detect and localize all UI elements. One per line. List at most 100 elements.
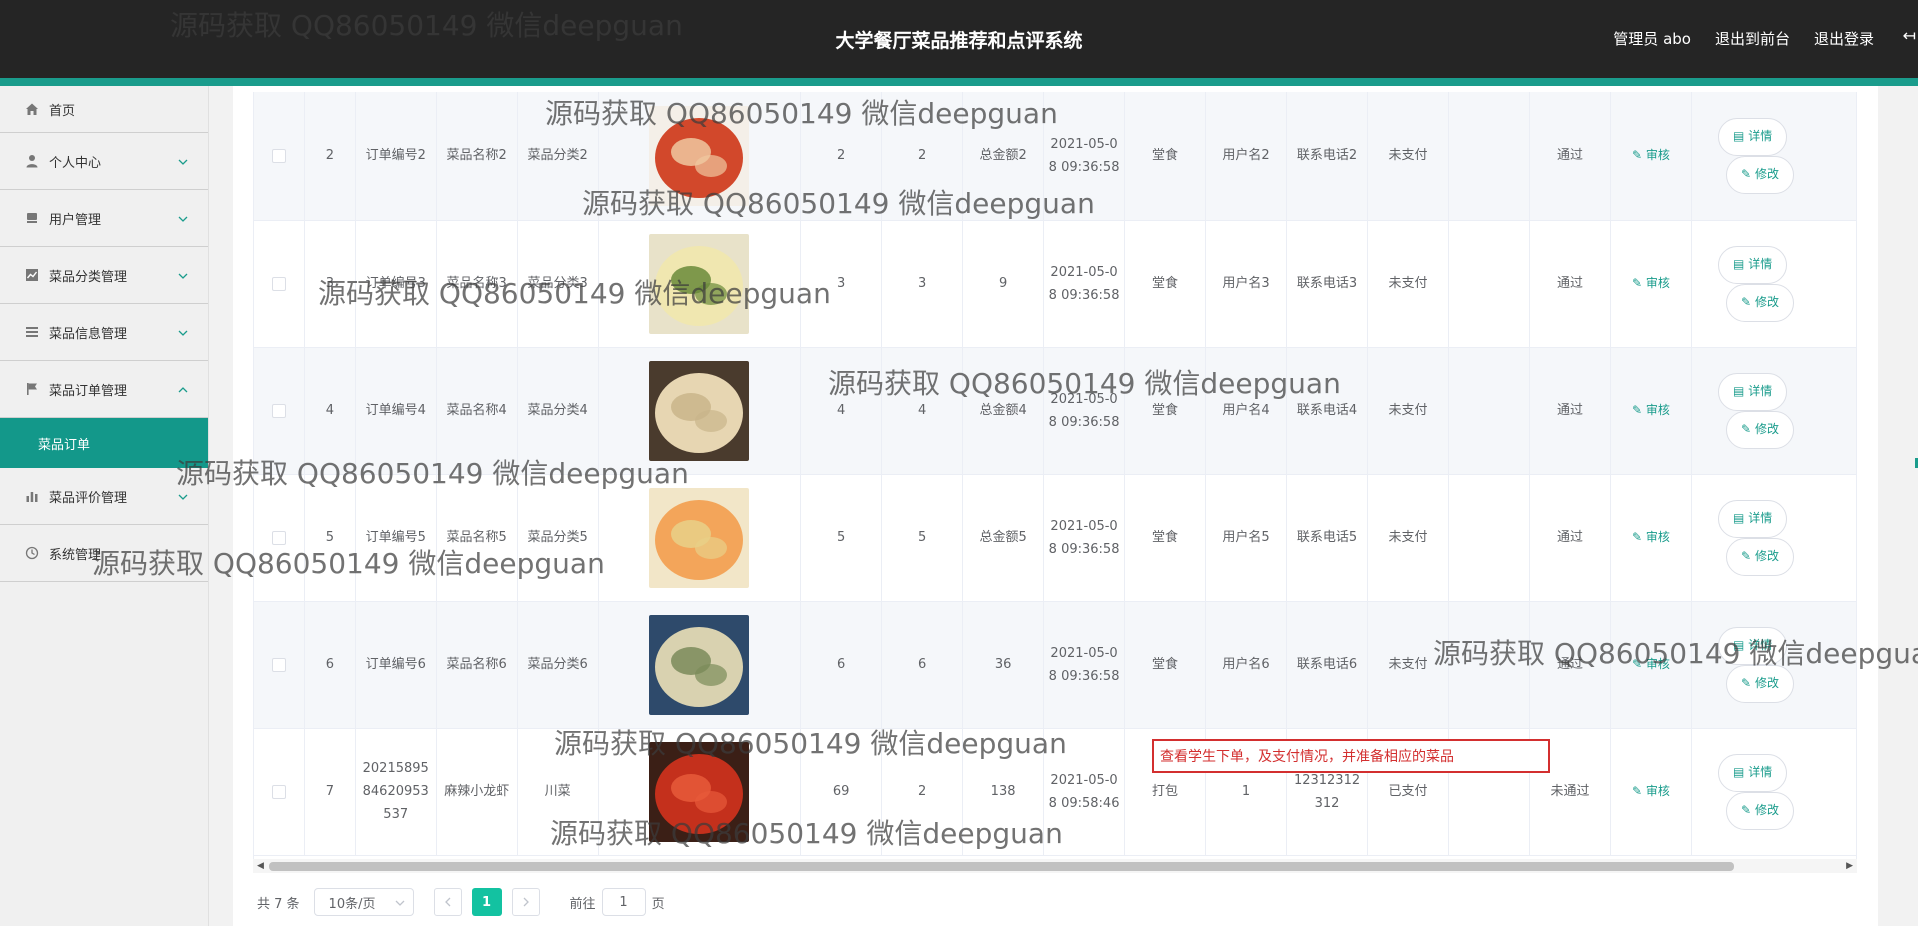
sidebar-item-dish-reviews[interactable]: 菜品评价管理: [0, 468, 208, 525]
sidebar-item-label: 用户管理: [49, 212, 102, 228]
audit-button[interactable]: ✎ 审核: [1632, 530, 1670, 544]
cell-time: 2021-05-08 09:36:58: [1043, 220, 1126, 348]
cell-dine-type: 堂食: [1124, 92, 1207, 221]
row-checkbox[interactable]: [272, 403, 287, 418]
orders-table: 2 订单编号2 菜品名称2 菜品分类2 2 2 总金额2 2021-05-08 09:36:5…: [253, 92, 1857, 865]
cell-order-no-text: 订单编号6: [365, 657, 426, 672]
scroll-left-arrow-icon[interactable]: ◀: [257, 859, 264, 873]
document-icon: ▤: [1732, 384, 1745, 398]
sidebar-item-users[interactable]: 用户管理: [0, 190, 208, 247]
sidebar-item-system[interactable]: 系统管理: [0, 525, 208, 582]
row-checkbox[interactable]: [272, 657, 287, 672]
cell-dine-type-text: 堂食: [1152, 530, 1179, 545]
sidebar-item-profile[interactable]: 个人中心: [0, 133, 208, 190]
cell-username-text: 用户名6: [1222, 657, 1270, 672]
cell-time: 2021-05-08 09:36:58: [1043, 92, 1126, 221]
prev-page-button[interactable]: [433, 888, 462, 916]
logout-link[interactable]: 退出登录: [1814, 28, 1874, 49]
horizontal-scrollbar[interactable]: ◀ ▶: [253, 859, 1857, 873]
sidebar-item-dish-info[interactable]: 菜品信息管理: [0, 304, 208, 361]
edit-button[interactable]: ✎ 修改: [1725, 283, 1795, 322]
cell-pay-status-text: 未支付: [1388, 403, 1428, 418]
row-checkbox[interactable]: [272, 784, 287, 799]
table-row: 6 订单编号6 菜品名称6 菜品分类6 6 6 36 2021-05-08 09:36:58 堂…: [254, 601, 1856, 729]
edit-button[interactable]: ✎ 修改: [1725, 664, 1795, 703]
cell-username-text: 1: [1241, 784, 1251, 799]
sidebar-item-dish-category[interactable]: 菜品分类管理: [0, 247, 208, 304]
audit-button-label: 审核: [1645, 530, 1670, 544]
to-front-link[interactable]: 退出到前台: [1715, 28, 1790, 49]
cell-order-no: 订单编号4: [355, 347, 437, 475]
table-row: 3 订单编号3 菜品名称3 菜品分类3 3 3 9 2021-05-08 09:36:58 堂食…: [254, 220, 1856, 348]
cell-dish-image: [598, 220, 802, 348]
cell-total: 36: [962, 601, 1045, 729]
page-size-value: 10条/页: [328, 896, 376, 912]
cell-checkbox: [254, 474, 306, 602]
cell-price: 69: [800, 728, 883, 856]
sidebar-item-dish-orders[interactable]: 菜品订单管理: [0, 361, 208, 418]
cell-pay-status-text: 未支付: [1388, 148, 1428, 164]
goto-label: 前往: [569, 896, 596, 912]
next-page-button[interactable]: [511, 888, 540, 916]
edit-button-label: 修改: [1755, 549, 1780, 563]
cell-order-no: 订单编号3: [355, 220, 437, 348]
cell-username-text: 用户名3: [1222, 276, 1270, 291]
audit-button[interactable]: ✎ 审核: [1632, 403, 1670, 417]
cell-audit-status: 通过: [1529, 220, 1611, 348]
edit-button[interactable]: ✎ 修改: [1725, 155, 1795, 194]
cell-price-text: 4: [836, 403, 846, 418]
cell-price-text: 69: [832, 784, 850, 799]
scrollbar-thumb[interactable]: [269, 862, 1734, 871]
audit-button[interactable]: ✎ 审核: [1632, 148, 1670, 162]
goto-page-input[interactable]: [601, 888, 646, 916]
sidebar-subitem-orders[interactable]: 菜品订单: [0, 418, 208, 468]
audit-button-label: 审核: [1645, 784, 1670, 798]
row-checkbox[interactable]: [272, 530, 287, 545]
edit-button-label: 修改: [1755, 676, 1780, 690]
collapse-arrow-icon[interactable]: ↤: [1903, 26, 1916, 45]
chevron-right-icon: [523, 897, 529, 907]
cell-total-text: 总金额2: [979, 148, 1027, 164]
pagination-total: 共 7 条: [257, 896, 300, 912]
edit-button[interactable]: ✎ 修改: [1725, 410, 1795, 449]
edit-button[interactable]: ✎ 修改: [1725, 791, 1795, 830]
audit-button[interactable]: ✎ 审核: [1632, 784, 1670, 798]
page-size-select[interactable]: 10条/页: [313, 888, 414, 916]
cell-pay-status-text: 未支付: [1388, 276, 1428, 291]
cell-dine-type-text: 堂食: [1152, 403, 1179, 418]
cell-username: 用户名3: [1205, 220, 1288, 348]
detail-button[interactable]: ▤ 详情: [1717, 117, 1788, 156]
cell-phone-text: 联系电话5: [1296, 530, 1358, 545]
cell-category: 菜品分类3: [517, 220, 599, 348]
cell-index: 4: [304, 347, 356, 475]
scroll-right-arrow-icon[interactable]: ▶: [1846, 859, 1853, 873]
cell-category: 菜品分类2: [517, 92, 599, 221]
detail-button[interactable]: ▤ 详情: [1717, 372, 1788, 411]
cell-category-text: 菜品分类4: [527, 403, 588, 418]
sidebar-item-label: 菜品评价管理: [49, 490, 128, 506]
cell-total: 总金额4: [962, 347, 1045, 475]
audit-button[interactable]: ✎ 审核: [1632, 657, 1670, 671]
edit-button[interactable]: ✎ 修改: [1725, 537, 1795, 576]
detail-button[interactable]: ▤ 详情: [1717, 245, 1788, 284]
cell-qty: 6: [881, 601, 964, 729]
detail-button[interactable]: ▤ 详情: [1717, 753, 1788, 792]
cell-time-text: 2021-05-08 09:36:58: [1048, 391, 1120, 430]
row-checkbox[interactable]: [272, 148, 287, 163]
cell-pay-status: 未支付: [1367, 220, 1449, 348]
cell-index-text: 2: [325, 148, 335, 164]
cell-pay-status: 未支付: [1367, 601, 1449, 729]
audit-button[interactable]: ✎ 审核: [1632, 276, 1670, 290]
detail-button[interactable]: ▤ 详情: [1717, 499, 1788, 538]
row-checkbox[interactable]: [272, 276, 287, 291]
detail-button[interactable]: ▤ 详情: [1717, 626, 1788, 665]
annotation-note: 查看学生下单，及支付情况，并准备相应的菜品: [1152, 739, 1550, 773]
cell-checkbox: [254, 601, 306, 729]
cell-price: 5: [800, 474, 883, 602]
table-row: 4 订单编号4 菜品名称4 菜品分类4 4 4 总金额4 2021-05-08 09:36:5…: [254, 347, 1856, 475]
cell-audit-action: ✎ 审核: [1610, 728, 1692, 856]
cell-time: 2021-05-08 09:36:58: [1043, 474, 1126, 602]
sidebar-item-home[interactable]: 首页: [0, 86, 208, 133]
cell-order-no-text: 订单编号2: [365, 148, 426, 164]
page-number-current[interactable]: 1: [471, 888, 502, 916]
